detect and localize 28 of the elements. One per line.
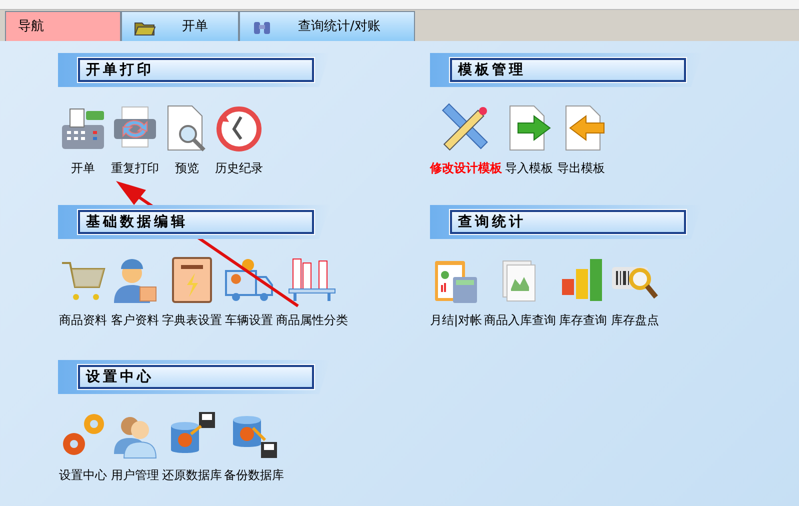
shortcut-label[interactable]: 车辆设置 — [225, 311, 273, 329]
shortcut-label[interactable]: 商品入库查询 — [484, 311, 556, 329]
shortcut-label[interactable]: 导出模板 — [557, 159, 605, 177]
shortcut-label[interactable]: 历史纪录 — [215, 159, 263, 177]
shortcut-label[interactable]: 开单 — [71, 159, 95, 177]
shortcut-label[interactable]: 重复打印 — [111, 159, 159, 177]
ruler-pencil-icon[interactable] — [441, 103, 491, 153]
shortcut-label[interactable]: 预览 — [175, 159, 199, 177]
shortcut-label[interactable]: 用户管理 — [111, 466, 159, 484]
shortcut-label[interactable]: 字典表设置 — [162, 311, 222, 329]
section-title: 模板管理 — [450, 58, 686, 82]
section-title: 基础数据编辑 — [78, 210, 314, 234]
section-title: 设置中心 — [78, 365, 314, 389]
shortcut-label[interactable]: 备份数据库 — [224, 466, 284, 484]
shortcut-label[interactable]: 设置中心 — [59, 466, 107, 484]
tab[interactable]: 查询统计/对账 — [239, 11, 415, 41]
shortcut-label[interactable]: 商品资料 — [59, 311, 107, 329]
shortcut-label[interactable]: 库存盘点 — [611, 311, 660, 329]
shortcut-label[interactable]: 客户资料 — [111, 311, 159, 329]
shortcut-label[interactable]: 导入模板 — [505, 159, 553, 177]
shortcut-label[interactable]: 库存查询 — [559, 311, 608, 329]
tab[interactable]: 开单 — [121, 11, 239, 41]
tab[interactable]: 导航 — [5, 11, 121, 41]
shortcut-label[interactable]: 商品属性分类 — [276, 311, 348, 329]
shortcut-label[interactable]: 还原数据库 — [162, 466, 222, 484]
shortcut-label[interactable]: 月结|对帐 — [430, 311, 482, 329]
section-title: 查询统计 — [450, 210, 686, 234]
section-title: 开单打印 — [78, 58, 314, 82]
